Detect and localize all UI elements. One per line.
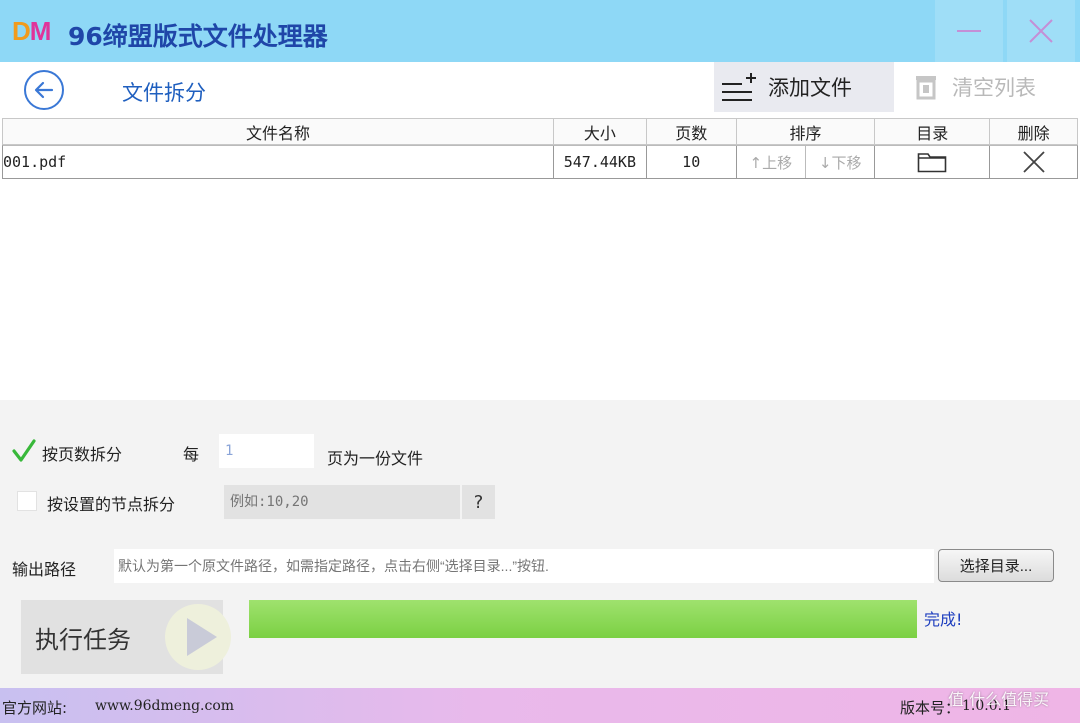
app-logo: DM xyxy=(12,16,51,46)
output-path-input[interactable] xyxy=(114,549,934,583)
table-row[interactable]: 001.pdf 547.44KB 10 ↑上移 ↓下移 xyxy=(2,145,1078,179)
split-by-nodes-label[interactable]: 按设置的节点拆分 xyxy=(47,491,175,515)
split-by-pages-checkbox[interactable] xyxy=(12,439,36,463)
clear-list-label: 清空列表 xyxy=(952,76,1036,100)
close-button[interactable] xyxy=(1007,0,1075,62)
close-icon xyxy=(1029,19,1053,43)
move-down-button[interactable]: ↓下移 xyxy=(806,146,874,178)
watermark: 值 什么值得买 xyxy=(948,690,1050,709)
nodes-input[interactable] xyxy=(224,485,460,519)
add-file-button[interactable]: 添加文件 xyxy=(714,62,894,112)
delete-x-icon xyxy=(1022,151,1045,173)
split-by-pages-label[interactable]: 按页数拆分 xyxy=(42,441,122,465)
add-list-icon xyxy=(722,73,756,101)
play-icon xyxy=(165,604,231,670)
every-label: 每 xyxy=(183,445,200,464)
file-size-cell: 547.44KB xyxy=(554,146,647,178)
folder-icon xyxy=(917,153,947,173)
toolbar: 文件拆分 添加文件 清空列表 xyxy=(0,62,1080,117)
pages-suffix-label: 页为一份文件 xyxy=(327,449,424,468)
column-header-size[interactable]: 大小 xyxy=(554,119,647,144)
trash-icon xyxy=(916,76,936,100)
minimize-icon xyxy=(957,30,981,32)
back-button[interactable] xyxy=(24,70,64,110)
column-header-delete[interactable]: 删除 xyxy=(990,119,1077,144)
column-header-sort[interactable]: 排序 xyxy=(737,119,876,144)
file-pages-cell: 10 xyxy=(647,146,737,178)
arrow-left-circle-icon xyxy=(34,81,54,99)
help-button[interactable]: ? xyxy=(462,485,495,519)
split-by-nodes-checkbox[interactable] xyxy=(17,491,37,511)
column-header-pages[interactable]: 页数 xyxy=(647,119,737,144)
sort-cell: ↑上移 ↓下移 xyxy=(737,146,876,178)
website-link[interactable]: www.96dmeng.com xyxy=(95,698,234,714)
add-file-label: 添加文件 xyxy=(768,76,852,100)
file-table: 文件名称 大小 页数 排序 目录 删除 001.pdf 547.44KB 10 … xyxy=(0,117,1080,400)
pages-per-file-input[interactable] xyxy=(219,434,314,468)
file-name-cell: 001.pdf xyxy=(3,146,554,178)
open-folder-button[interactable] xyxy=(875,146,991,178)
run-task-label: 执行任务 xyxy=(35,626,131,654)
column-header-directory[interactable]: 目录 xyxy=(875,119,991,144)
title-bar: DM 96缔盟版式文件处理器 xyxy=(0,0,1080,62)
checkmark-icon xyxy=(12,439,36,462)
progress-bar xyxy=(249,600,917,638)
status-label: 完成! xyxy=(924,610,963,629)
select-directory-button[interactable]: 选择目录... xyxy=(938,549,1054,582)
clear-list-button[interactable]: 清空列表 xyxy=(910,62,1080,112)
output-path-label: 输出路径 xyxy=(12,560,77,579)
delete-row-button[interactable] xyxy=(990,146,1077,178)
page-title: 文件拆分 xyxy=(122,81,206,105)
run-task-button[interactable]: 执行任务 xyxy=(21,600,231,674)
column-header-name[interactable]: 文件名称 xyxy=(3,119,554,144)
website-label: 官方网站: xyxy=(2,699,68,717)
app-title: 96缔盟版式文件处理器 xyxy=(68,22,328,51)
move-up-button[interactable]: ↑上移 xyxy=(737,146,806,178)
status-bar: 官方网站: www.96dmeng.com 版本号： 1.0.0.1 xyxy=(0,688,1080,723)
progress-fill xyxy=(249,600,917,638)
minimize-button[interactable] xyxy=(935,0,1003,62)
table-header: 文件名称 大小 页数 排序 目录 删除 xyxy=(2,118,1078,145)
